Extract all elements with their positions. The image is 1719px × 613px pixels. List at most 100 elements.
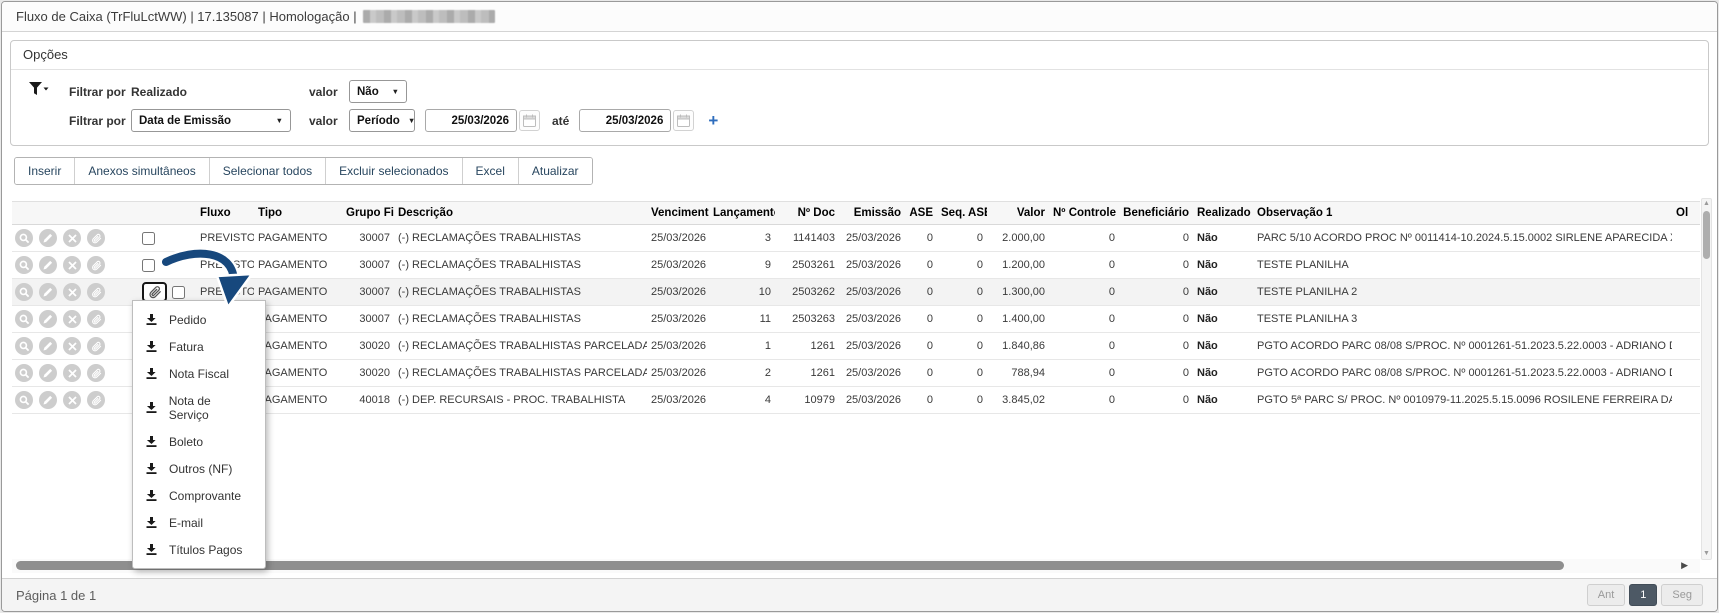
- row-actions: [12, 279, 138, 306]
- date-to-input[interactable]: 25/03/2026: [579, 109, 671, 132]
- attach-menu-item-boleto[interactable]: Boleto: [133, 428, 265, 455]
- current-page-button[interactable]: 1: [1629, 584, 1657, 606]
- row-attach-button[interactable]: [87, 229, 105, 247]
- row-delete-button[interactable]: [63, 283, 81, 301]
- attach-menu-item-comprovante[interactable]: Comprovante: [133, 482, 265, 509]
- add-filter-button[interactable]: +: [708, 112, 718, 129]
- prev-page-button[interactable]: Ant: [1587, 584, 1626, 606]
- date-to-calendar-button[interactable]: [673, 110, 694, 131]
- cell-ase: 0: [905, 333, 937, 360]
- scroll-up-arrow-icon[interactable]: ▲: [1702, 199, 1711, 209]
- toolbar-button-excel[interactable]: Excel: [462, 158, 518, 184]
- cell-grupo-fin: 30007: [342, 252, 394, 279]
- cell-seq-ase: 0: [937, 360, 987, 387]
- column-header-ol: Ol: [1672, 202, 1700, 225]
- row-view-button[interactable]: [15, 337, 33, 355]
- next-page-button[interactable]: Seg: [1661, 584, 1703, 606]
- scroll-down-arrow-icon[interactable]: ▼: [1702, 549, 1711, 559]
- toolbar-button-atualizar[interactable]: Atualizar: [518, 158, 592, 184]
- filter-field-select[interactable]: Data de Emissão ▼: [131, 109, 291, 132]
- row-view-button[interactable]: [15, 391, 33, 409]
- attach-menu-item-fatura[interactable]: Fatura: [133, 333, 265, 360]
- attach-menu-item-outros-nf[interactable]: Outros (NF): [133, 455, 265, 482]
- row-view-button[interactable]: [15, 229, 33, 247]
- toolbar-button-inserir[interactable]: Inserir: [15, 158, 74, 184]
- magnifier-icon: [19, 341, 30, 352]
- vertical-scrollbar-thumb[interactable]: [1703, 211, 1710, 259]
- row-attach-button[interactable]: [87, 391, 105, 409]
- row-attach-button[interactable]: [87, 364, 105, 382]
- row-select-checkbox[interactable]: [172, 286, 185, 299]
- attach-menu-item-e-mail[interactable]: E-mail: [133, 509, 265, 536]
- row-delete-button[interactable]: [63, 364, 81, 382]
- until-label: até: [552, 114, 569, 128]
- vertical-scrollbar[interactable]: ▲ ▼: [1701, 198, 1712, 560]
- app-window: Fluxo de Caixa (TrFluLctWW) | 17.135087 …: [1, 1, 1718, 612]
- cell-tipo: PAGAMENTO: [254, 333, 342, 360]
- date-from-input[interactable]: 25/03/2026: [425, 109, 517, 132]
- attach-menu-item-nota-de-servico[interactable]: Nota de Serviço: [133, 387, 265, 428]
- row-edit-button[interactable]: [39, 283, 57, 301]
- cell-n-doc: 1141403: [775, 225, 839, 252]
- cell-n-controle: 0: [1049, 387, 1119, 414]
- column-header-seq-ase: Seq. ASE: [937, 202, 987, 225]
- cell-vencimento: 25/03/2026: [647, 252, 709, 279]
- cell-descricao: (-) RECLAMAÇÕES TRABALHISTAS: [394, 279, 647, 306]
- download-icon: [146, 544, 157, 555]
- row-view-button[interactable]: [15, 283, 33, 301]
- row-edit-button[interactable]: [39, 310, 57, 328]
- cell-grupo-fin: 30007: [342, 225, 394, 252]
- paperclip-icon: [91, 314, 102, 325]
- cell-lancamento: 9: [709, 252, 775, 279]
- row-attach-button[interactable]: [87, 310, 105, 328]
- row-delete-button[interactable]: [63, 229, 81, 247]
- realizado-value-select[interactable]: Não ▼: [349, 80, 407, 103]
- grid-footer: Página 1 de 1 Ant 1 Seg: [2, 578, 1717, 611]
- row-attach-button[interactable]: [87, 337, 105, 355]
- cell-n-controle: 0: [1049, 306, 1119, 333]
- row-edit-button[interactable]: [39, 229, 57, 247]
- filter-funnel-icon[interactable]: [29, 82, 69, 102]
- attach-menu-item-label: Fatura: [169, 340, 204, 354]
- row-attach-button[interactable]: [87, 256, 105, 274]
- options-panel: Opções Filtrar por Realizado valor Não ▼: [10, 40, 1709, 146]
- cell-descricao: (-) RECLAMAÇÕES TRABALHISTAS: [394, 252, 647, 279]
- toolbar-button-anexos-simultaneos[interactable]: Anexos simultâneos: [74, 158, 208, 184]
- row-edit-button[interactable]: [39, 337, 57, 355]
- cell-descricao: (-) RECLAMAÇÕES TRABALHISTAS: [394, 225, 647, 252]
- cell-observacao-1: PGTO ACORDO PARC 08/08 S/PROC. Nº 000126…: [1253, 360, 1672, 387]
- attach-menu-item-pedido[interactable]: Pedido: [133, 306, 265, 333]
- periodo-value-select[interactable]: Período ▼: [349, 109, 415, 132]
- grid-header-row: FluxoTipoGrupo Fin.DescriçãoVencimentoLa…: [12, 202, 1700, 225]
- cell-emissao: 25/03/2026: [839, 279, 905, 306]
- row-edit-button[interactable]: [39, 364, 57, 382]
- x-icon: [68, 369, 77, 378]
- row-delete-button[interactable]: [63, 310, 81, 328]
- row-view-button[interactable]: [15, 364, 33, 382]
- attach-menu-anchor-button[interactable]: [142, 282, 167, 302]
- row-select-checkbox[interactable]: [142, 232, 155, 245]
- date-from-calendar-button[interactable]: [519, 110, 540, 131]
- value-label: valor: [309, 114, 349, 128]
- cell-beneficiario: 0: [1119, 360, 1193, 387]
- cell-ol: [1672, 360, 1700, 387]
- magnifier-icon: [19, 260, 30, 271]
- row-select-checkbox[interactable]: [142, 259, 155, 272]
- row-delete-button[interactable]: [63, 337, 81, 355]
- row-view-button[interactable]: [15, 256, 33, 274]
- row-attach-button[interactable]: [87, 283, 105, 301]
- row-delete-button[interactable]: [63, 391, 81, 409]
- row-delete-button[interactable]: [63, 256, 81, 274]
- column-header-beneficiario: Beneficiário: [1119, 202, 1193, 225]
- attach-menu-item-label: Nota Fiscal: [169, 367, 229, 381]
- page-indicator: Página 1 de 1: [16, 588, 96, 603]
- row-edit-button[interactable]: [39, 391, 57, 409]
- row-edit-button[interactable]: [39, 256, 57, 274]
- attach-menu-item-nota-fiscal[interactable]: Nota Fiscal: [133, 360, 265, 387]
- scroll-right-arrow-icon[interactable]: ▶: [1681, 560, 1688, 571]
- cell-beneficiario: 0: [1119, 387, 1193, 414]
- attach-menu-item-titulos-pagos[interactable]: Títulos Pagos: [133, 536, 265, 563]
- toolbar-button-selecionar-todos[interactable]: Selecionar todos: [209, 158, 325, 184]
- row-view-button[interactable]: [15, 310, 33, 328]
- toolbar-button-excluir-selecionados[interactable]: Excluir selecionados: [325, 158, 461, 184]
